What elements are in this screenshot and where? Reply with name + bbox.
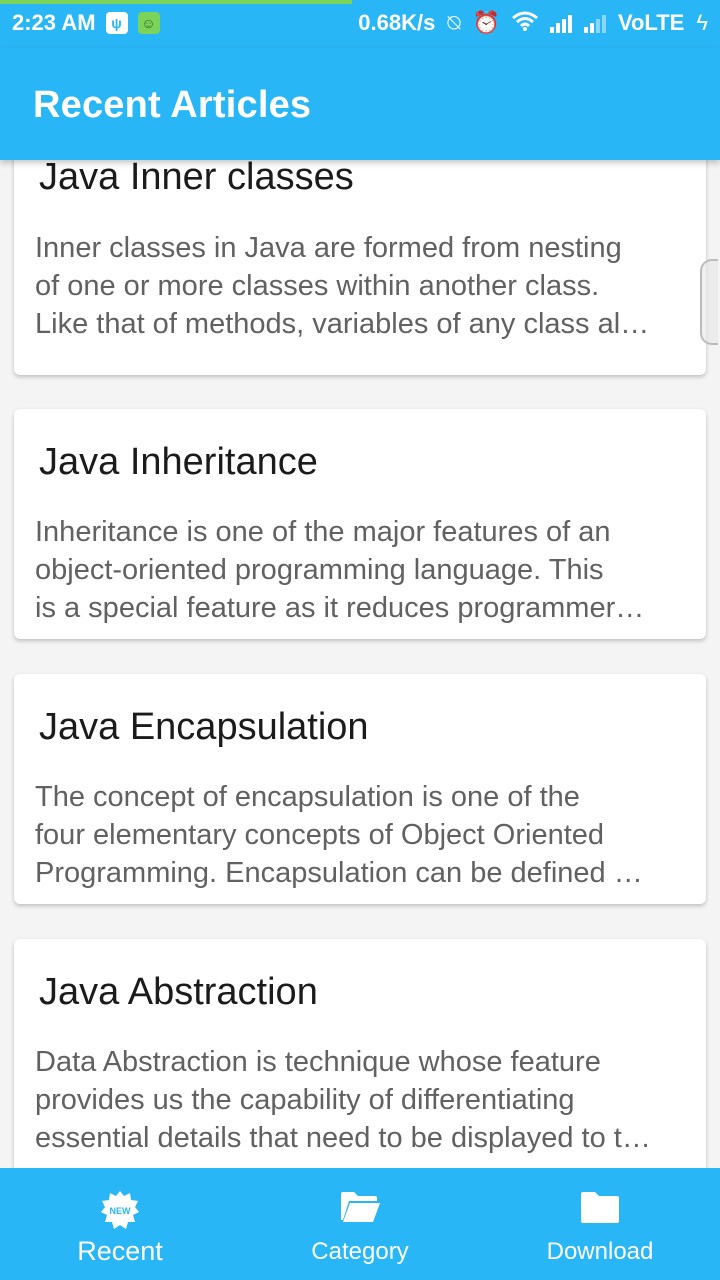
signal-icon (583, 13, 606, 33)
page-load-progress (0, 0, 352, 4)
article-excerpt: Inheritance is one of the major features… (35, 516, 645, 624)
article-title: Java Inner classes (39, 160, 354, 198)
article-title: Java Encapsulation (39, 706, 369, 748)
new-badge-text: NEW (110, 1206, 132, 1216)
article-excerpt: The concept of encapsulation is one of t… (35, 781, 643, 889)
charging-icon: ϟ (696, 10, 708, 35)
signal-icon (549, 13, 572, 33)
scrollbar-thumb[interactable] (700, 259, 718, 345)
network-speed: 0.68K/s (358, 10, 436, 35)
article-card[interactable]: Java Inner classes Inner classes in Java… (14, 160, 706, 375)
wifi-icon (511, 11, 538, 36)
vibrate-off-icon: ⍉ (447, 10, 461, 35)
folder-open-icon (339, 1190, 381, 1229)
article-title: Java Abstraction (39, 971, 318, 1013)
app-bar: Recent Articles (0, 48, 720, 160)
network-type: VoLTE (617, 10, 685, 35)
articles-list[interactable]: Java Inner classes Inner classes in Java… (0, 160, 720, 1168)
new-badge-icon: NEW (100, 1190, 140, 1235)
article-card[interactable]: Java Abstraction Data Abstraction is tec… (14, 939, 706, 1168)
article-title: Java Inheritance (39, 441, 318, 483)
folder-icon (579, 1190, 621, 1229)
nav-download[interactable]: Download (480, 1168, 720, 1280)
nav-label: Download (546, 1238, 654, 1265)
article-card[interactable]: Java Inheritance Inheritance is one of t… (14, 409, 706, 639)
article-excerpt: Data Abstraction is technique whose feat… (35, 1046, 651, 1154)
page-title: Recent Articles (33, 84, 312, 126)
nav-label: Category (311, 1238, 409, 1265)
status-time: 2:23 AM (12, 10, 96, 35)
nav-recent[interactable]: NEW Recent (0, 1168, 240, 1280)
usb-icon: ψ (105, 12, 128, 34)
android-icon: ☺ (137, 12, 160, 34)
bottom-navigation: NEW Recent Category Download (0, 1168, 720, 1280)
alarm-icon: ⏰ (472, 10, 500, 35)
nav-label: Recent (77, 1236, 163, 1266)
status-bar: 2:23 AM ψ ☺ 0.68K/s ⍉ ⏰ VoLTE ϟ (0, 0, 720, 48)
article-excerpt: Inner classes in Java are formed from ne… (35, 232, 650, 340)
nav-category[interactable]: Category (240, 1168, 480, 1280)
article-card[interactable]: Java Encapsulation The concept of encaps… (14, 674, 706, 904)
